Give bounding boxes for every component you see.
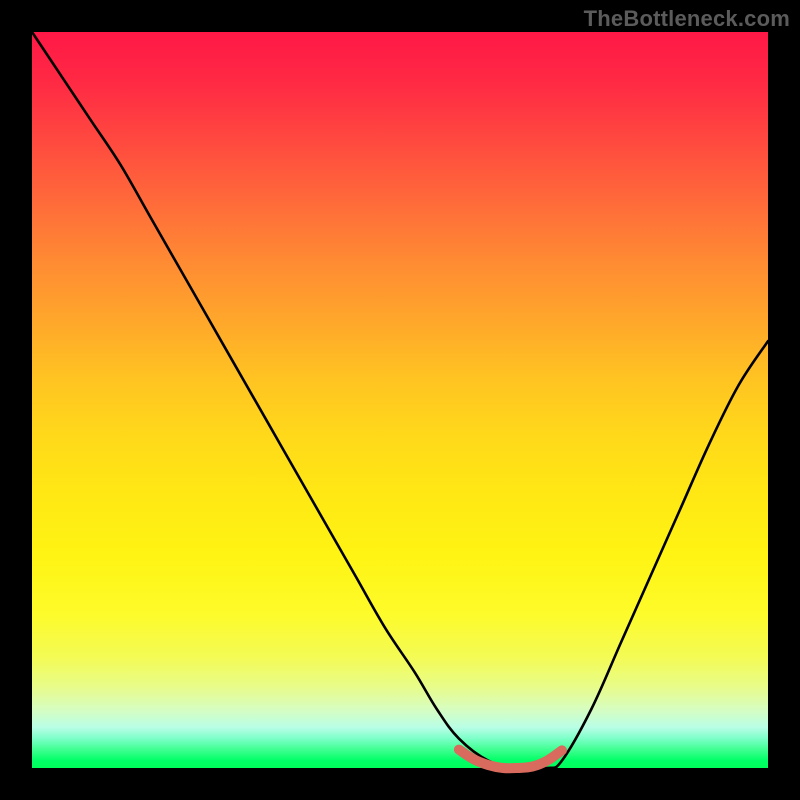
black-curve [32, 32, 768, 769]
chart-container: TheBottleneck.com [0, 0, 800, 800]
watermark-label: TheBottleneck.com [584, 6, 790, 32]
curve-layer [32, 32, 768, 768]
plot-area [32, 32, 768, 768]
